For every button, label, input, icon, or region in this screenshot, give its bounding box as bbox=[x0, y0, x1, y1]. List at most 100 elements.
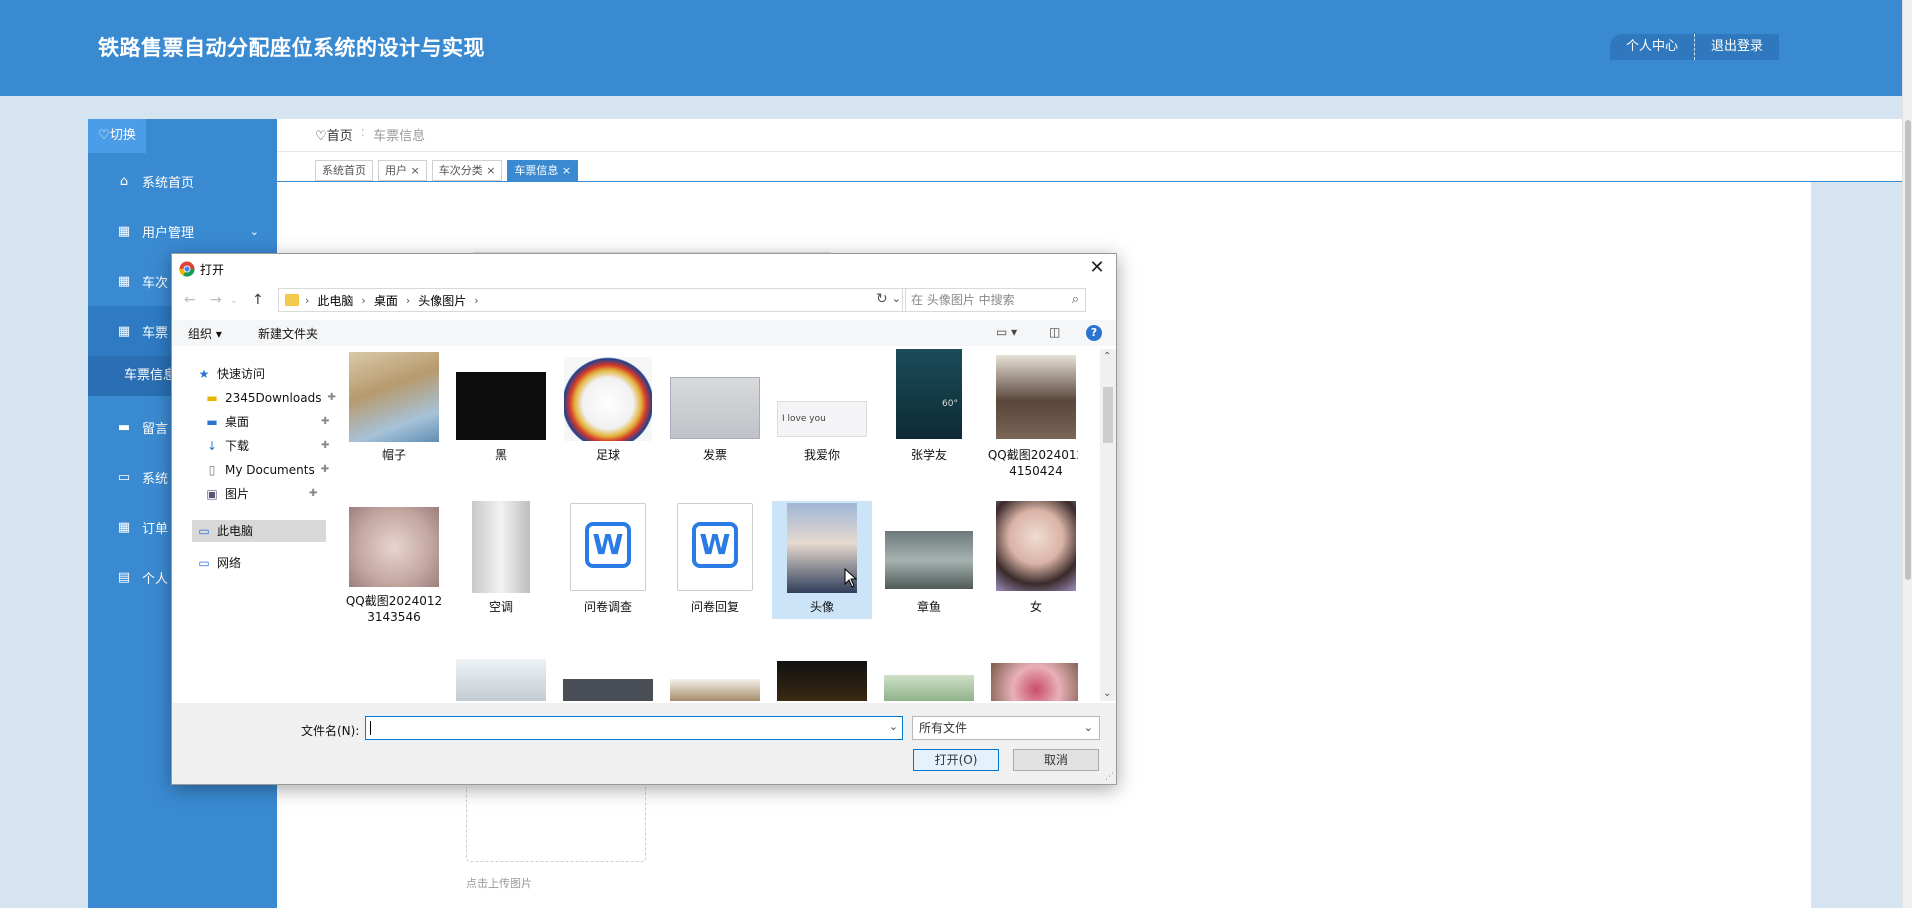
file-name: 女 bbox=[1029, 600, 1042, 614]
file-item[interactable]: W 问卷回复 bbox=[665, 501, 765, 623]
refresh-icon[interactable]: ↻ bbox=[876, 291, 888, 307]
app-title: 铁路售票自动分配座位系统的设计与实现 bbox=[98, 36, 485, 60]
content-margin bbox=[1811, 182, 1902, 908]
tab-bar: 系统首页 用户 × 车次分类 × 车票信息 × bbox=[315, 160, 579, 181]
file-item[interactable]: W 问卷调查 bbox=[558, 501, 658, 623]
pictures-icon: ▣ bbox=[206, 487, 218, 501]
tab-home[interactable]: 系统首页 bbox=[315, 160, 373, 181]
address-separator: › bbox=[405, 293, 411, 307]
chevron-down-icon[interactable]: ⌄ bbox=[892, 292, 901, 305]
close-icon[interactable]: ✕ bbox=[1086, 257, 1108, 278]
chevron-up-icon[interactable]: ⌃ bbox=[1103, 351, 1111, 362]
file-item[interactable]: 发票 bbox=[665, 349, 765, 471]
file-item[interactable] bbox=[772, 661, 872, 701]
nav-desktop[interactable]: ▬ 桌面 ✚ bbox=[204, 411, 329, 433]
chevron-down-icon[interactable]: ⌄ bbox=[889, 720, 898, 733]
sidebar-item-label: 车票 bbox=[142, 325, 169, 341]
file-item[interactable]: QQ截图20240123143546 bbox=[344, 501, 444, 624]
sidebar-item-users[interactable]: ▦ 用户管理 ⌄ bbox=[88, 206, 277, 256]
file-item[interactable]: 帽子 bbox=[344, 349, 444, 471]
help-icon[interactable]: ? bbox=[1086, 325, 1102, 341]
logout-button[interactable]: 退出登录 bbox=[1694, 34, 1779, 60]
cancel-button[interactable]: 取消 bbox=[1013, 749, 1099, 771]
nav-my-documents[interactable]: ▯ My Documents ✚ bbox=[204, 459, 329, 481]
tab-train-category[interactable]: 车次分类 × bbox=[431, 160, 503, 181]
address-bar[interactable]: › 此电脑 › 桌面 › 头像图片 › ⌄ bbox=[278, 288, 906, 312]
file-item-selected[interactable]: 头像 bbox=[772, 501, 872, 619]
file-item[interactable] bbox=[986, 663, 1078, 701]
file-item[interactable]: I love you 我爱你 bbox=[772, 349, 872, 471]
file-name: 黑 bbox=[494, 448, 507, 462]
nav-downloads[interactable]: ↓ 下载 ✚ bbox=[204, 435, 329, 457]
file-item[interactable] bbox=[558, 679, 658, 701]
scrollbar-thumb[interactable] bbox=[1103, 387, 1113, 443]
page-scrollbar[interactable] bbox=[1902, 0, 1912, 908]
file-name: 张学友 bbox=[910, 448, 947, 462]
file-item[interactable]: 足球 bbox=[558, 349, 658, 471]
file-item[interactable] bbox=[451, 659, 551, 701]
nav-network[interactable]: ▭ 网络 bbox=[196, 552, 241, 574]
image-thumbnail bbox=[563, 679, 653, 701]
page-scrollbar-thumb[interactable] bbox=[1905, 120, 1911, 580]
image-upload-box[interactable] bbox=[466, 787, 646, 862]
sidebar-item-label: 留言 bbox=[142, 421, 169, 437]
file-item[interactable]: 空调 bbox=[451, 501, 551, 623]
file-item[interactable]: 黑 bbox=[451, 349, 551, 471]
nav-pictures[interactable]: ▣ 图片 ✚ bbox=[204, 483, 317, 505]
text-caret bbox=[370, 721, 371, 735]
file-name: 头像 bbox=[809, 600, 834, 614]
up-arrow-icon[interactable]: ↑ bbox=[252, 292, 264, 308]
tab-ticket-info[interactable]: 车票信息 × bbox=[507, 160, 579, 181]
chevron-down-icon[interactable]: ⌄ bbox=[1103, 688, 1111, 699]
tab-users[interactable]: 用户 × bbox=[378, 160, 427, 181]
image-thumbnail bbox=[670, 679, 760, 701]
back-arrow-icon[interactable]: ← bbox=[184, 292, 196, 308]
sidebar-item-label: 系统 bbox=[142, 471, 169, 487]
nav-item-label: My Documents bbox=[225, 463, 315, 477]
filetype-value: 所有文件 bbox=[919, 721, 968, 735]
new-folder-button[interactable]: 新建文件夹 bbox=[258, 325, 318, 342]
image-thumbnail bbox=[564, 357, 652, 441]
view-options-icon[interactable]: ▭ ▾ bbox=[996, 325, 1017, 339]
preview-pane-icon[interactable]: ◫ bbox=[1049, 325, 1060, 339]
filetype-select[interactable]: 所有文件 ⌄ bbox=[912, 716, 1100, 740]
nav-quick-access[interactable]: ★ 快速访问 bbox=[196, 363, 265, 385]
recent-dropdown-icon[interactable]: ⌄ bbox=[230, 296, 238, 306]
open-button[interactable]: 打开(O) bbox=[913, 749, 999, 771]
search-input[interactable]: 在 头像图片 中搜索 ⌕ bbox=[902, 288, 1086, 312]
file-item[interactable] bbox=[879, 675, 979, 701]
sidebar-item-home[interactable]: ⌂ 系统首页 bbox=[88, 156, 277, 206]
nav-downloads-2345[interactable]: ▬ 2345Downloads ✚ bbox=[204, 387, 336, 409]
search-placeholder: 在 头像图片 中搜索 bbox=[911, 293, 1015, 307]
address-segment-desktop[interactable]: 桌面 bbox=[374, 292, 398, 309]
address-segment-this-pc[interactable]: 此电脑 bbox=[317, 292, 353, 309]
download-icon: ↓ bbox=[206, 439, 218, 453]
file-item[interactable] bbox=[665, 679, 765, 701]
forward-arrow-icon[interactable]: → bbox=[210, 292, 222, 308]
organize-button[interactable]: 组织 ▾ bbox=[188, 325, 222, 342]
document-icon: W bbox=[570, 503, 646, 591]
grid-icon: ▦ bbox=[117, 273, 131, 289]
switch-button[interactable]: ♡切换 bbox=[88, 119, 146, 153]
file-name: 发票 bbox=[702, 448, 727, 462]
navigation-row: ← → ⌄ ↑ › 此电脑 › 桌面 › 头像图片 › ⌄ ↻ 在 头像图片 中… bbox=[172, 288, 1116, 314]
filename-input[interactable]: ⌄ bbox=[365, 716, 903, 740]
grid-icon: ▦ bbox=[117, 323, 131, 339]
nav-this-pc[interactable]: ▭ 此电脑 bbox=[192, 520, 326, 542]
file-list-scrollbar[interactable]: ⌃ ⌄ bbox=[1100, 349, 1116, 701]
image-thumbnail bbox=[777, 661, 867, 701]
address-segment-avatars[interactable]: 头像图片 bbox=[418, 292, 466, 309]
nav-item-label: 桌面 bbox=[225, 415, 250, 429]
file-item[interactable]: QQ截图20240124150424 bbox=[986, 349, 1078, 478]
breadcrumb-home[interactable]: ♡首页 bbox=[315, 125, 353, 144]
personal-center-button[interactable]: 个人中心 bbox=[1610, 34, 1694, 60]
image-thumbnail bbox=[991, 663, 1078, 701]
dialog-titlebar[interactable]: 打开 ✕ bbox=[172, 254, 1116, 284]
file-name: 章鱼 bbox=[916, 600, 941, 614]
file-item[interactable]: 章鱼 bbox=[879, 501, 979, 623]
resize-grip-icon[interactable]: ⋰ bbox=[1105, 772, 1114, 782]
document-icon: ▯ bbox=[208, 463, 216, 477]
file-item[interactable]: 女 bbox=[986, 501, 1078, 623]
wps-word-icon: W bbox=[692, 522, 738, 568]
file-item[interactable]: 60° 张学友 bbox=[879, 349, 979, 471]
